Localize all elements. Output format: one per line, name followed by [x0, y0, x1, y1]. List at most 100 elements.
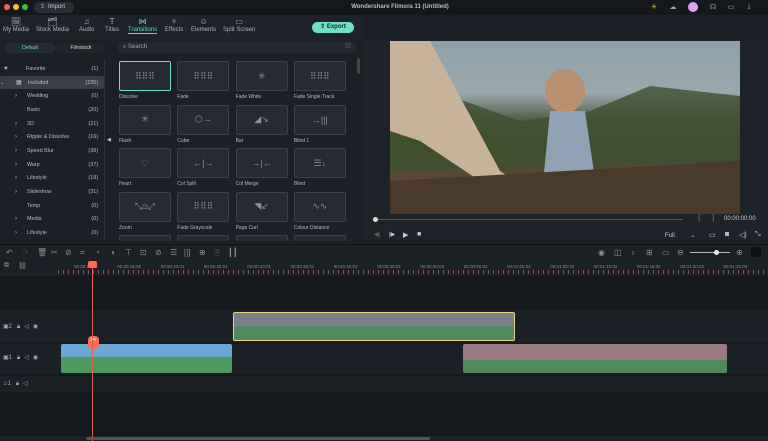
transition-item[interactable]: ◥↙ Page Curl	[235, 191, 288, 231]
transition-thumbnail[interactable]	[177, 235, 230, 241]
lock-icon[interactable]: 🔒︎	[17, 324, 20, 330]
chevron-right-icon[interactable]: ›	[15, 175, 17, 181]
tab-elements[interactable]: ☺ Elements	[191, 17, 216, 33]
grid-view-icon[interactable]: ⁞⁞⁞	[345, 43, 351, 50]
minimize-window-button[interactable]	[13, 4, 19, 10]
previous-frame-icon[interactable]: ◀|	[374, 231, 380, 238]
transition-item[interactable]: ⠿⠿⠿ Fade	[177, 61, 230, 100]
tab-my-media[interactable]: 🖼 My Media	[3, 17, 29, 33]
transition-thumbnail[interactable]: →|||	[293, 104, 346, 135]
video-clip-track2[interactable]	[233, 312, 515, 341]
transition-thumbnail[interactable]	[293, 235, 346, 241]
category-item[interactable]: Basic (20)	[0, 103, 104, 117]
transition-thumbnail[interactable]: →|←	[235, 148, 288, 178]
speed-icon[interactable]: ◔	[95, 248, 100, 257]
category-item[interactable]: Temp (0)	[0, 199, 104, 213]
adjust-icon[interactable]: ☰	[170, 248, 177, 257]
mix-icon[interactable]: ⊞	[646, 248, 653, 257]
transition-item[interactable]	[177, 235, 230, 241]
transition-thumbnail[interactable]: ←|→	[177, 148, 230, 178]
transition-item[interactable]: ✳ Flash	[119, 104, 171, 144]
lock-icon[interactable]: 🔒︎	[17, 355, 20, 361]
import-button[interactable]: ⇪ Import	[34, 2, 74, 13]
video-clip-track1-b[interactable]	[463, 344, 727, 373]
category-item[interactable]: › Lifestyle (19)	[0, 172, 104, 186]
playhead[interactable]	[92, 262, 93, 441]
headset-icon[interactable]: ☊	[709, 3, 717, 11]
category-item[interactable]: › Warp (37)	[0, 158, 104, 172]
category-item[interactable]: › Media (0)	[0, 213, 104, 227]
transition-item[interactable]: ⬡→ Cube	[177, 104, 230, 144]
transition-thumbnail[interactable]: ♡	[119, 148, 171, 178]
transition-item[interactable]	[235, 235, 288, 241]
category-item[interactable]: › Lifestyle (0)	[0, 226, 104, 240]
eye-icon[interactable]: ◉	[33, 324, 38, 330]
chevron-right-icon[interactable]: ›	[15, 162, 17, 168]
mute-icon[interactable]: ◁	[24, 324, 29, 330]
transition-thumbnail[interactable]: ⠿⠿⠿	[119, 61, 171, 91]
eye-icon[interactable]: ◉	[33, 355, 38, 361]
download-icon[interactable]: ⤓	[745, 3, 753, 11]
cloud-icon[interactable]: ☁	[669, 3, 677, 11]
chevron-right-icon[interactable]: ›	[15, 148, 17, 154]
chevron-right-icon[interactable]: ›	[15, 134, 17, 140]
zoom-slider-handle[interactable]	[713, 250, 719, 255]
transition-item[interactable]: ◢↘ Bar	[235, 104, 288, 144]
maximize-window-button[interactable]	[22, 4, 28, 10]
scissors-icon[interactable]: ✂	[88, 336, 99, 349]
chevron-right-icon[interactable]: ›	[15, 93, 17, 99]
category-item[interactable]: › Wedding (0)	[0, 89, 104, 103]
crop-icon[interactable]: ⌗	[80, 248, 85, 258]
stop-icon[interactable]: ■	[417, 231, 421, 238]
chevron-right-icon[interactable]: ›	[15, 216, 17, 222]
tab-split-screen[interactable]: ▭ Split Screen	[223, 17, 255, 33]
transition-thumbnail[interactable]: ◢↘	[235, 104, 288, 135]
chevron-right-icon[interactable]: ›	[15, 230, 17, 236]
transition-item[interactable]: ☰↓ Blind	[293, 148, 346, 187]
transition-thumbnail[interactable]: ☰↓	[293, 148, 346, 178]
marker-icon[interactable]: ◫	[614, 248, 622, 257]
zoom-out-icon[interactable]: ⊖	[677, 248, 684, 257]
quality-select[interactable]: Full ⌄	[665, 232, 695, 239]
playhead-handle[interactable]	[88, 261, 97, 268]
play-icon[interactable]: ▶	[403, 231, 408, 239]
export-button[interactable]: ⇪ Export	[312, 22, 354, 33]
grid-scrollbar[interactable]	[357, 58, 360, 74]
category-item[interactable]: › Ripple & Dissolve (16)	[0, 130, 104, 144]
tag-icon[interactable]: ⊘	[65, 248, 72, 257]
add-track-icon[interactable]: ⧉	[4, 262, 9, 270]
lock-icon[interactable]: 🔒︎	[16, 381, 19, 387]
subtab-filmstock[interactable]: Filmstock	[56, 43, 106, 53]
transition-thumbnail[interactable]: ✳	[119, 104, 171, 135]
color-icon[interactable]: ◑	[110, 248, 115, 257]
split-icon[interactable]: [|]	[184, 248, 191, 257]
tab-titles[interactable]: T Titles	[105, 17, 119, 33]
tab-audio[interactable]: ♫ Audio	[79, 17, 94, 33]
transition-thumbnail[interactable]: ⬡→	[177, 104, 230, 135]
inbox-icon[interactable]: ▭	[727, 3, 735, 11]
chevron-right-icon[interactable]: ›	[15, 121, 17, 127]
bulb-icon[interactable]: ☀	[650, 3, 658, 11]
detach-icon[interactable]: ⎘	[214, 248, 220, 258]
transition-thumbnail[interactable]: ◥↙	[235, 191, 288, 222]
cut-icon[interactable]: ✂	[51, 248, 58, 257]
zoom-slider[interactable]	[690, 252, 730, 253]
track-layout-icon[interactable]	[751, 247, 761, 257]
tab-effects[interactable]: ✧ Effects	[165, 17, 183, 33]
transition-item[interactable]: ⤡⊡⤢ Zoom	[119, 191, 171, 231]
link-icon[interactable]: ⛓	[18, 262, 27, 270]
transition-item[interactable]: ←|→ Col Split	[177, 148, 230, 187]
transition-item[interactable]	[119, 235, 171, 241]
tab-transitions[interactable]: ⋈ Transitions	[128, 17, 158, 34]
transition-thumbnail[interactable]: ⠿⠿⠿	[177, 61, 230, 91]
fullscreen-icon[interactable]: ⤡	[755, 231, 761, 239]
snapshot-icon[interactable]: ◙	[725, 231, 729, 238]
transition-item[interactable]: ⠿⠿⠿ Dissolve	[119, 61, 171, 100]
close-window-button[interactable]	[4, 4, 10, 10]
render-icon[interactable]: ◉	[598, 248, 605, 257]
mask-icon[interactable]: ⊘	[155, 248, 162, 257]
transition-thumbnail[interactable]: ⠿⠿⠿	[177, 191, 230, 222]
collapse-panel-icon[interactable]: ◀	[107, 137, 111, 143]
fit-icon[interactable]: ⊡	[140, 248, 147, 257]
transition-item[interactable]: →|← Col Merge	[235, 148, 288, 187]
